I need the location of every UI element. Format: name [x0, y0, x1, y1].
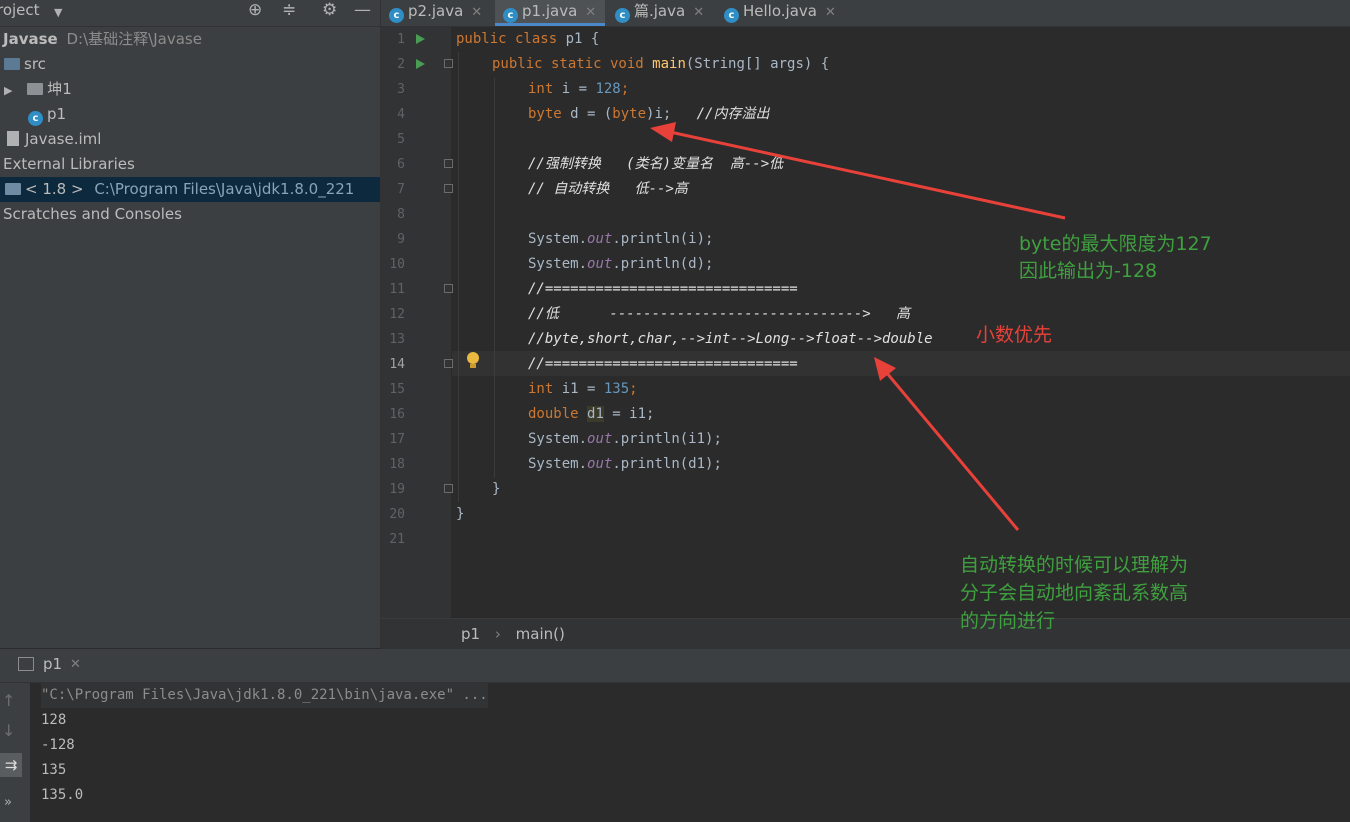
annotation-arrow-auto [874, 357, 1020, 531]
annotation-byte-output: 因此输出为-128 [1019, 260, 1158, 282]
annotation-arrows [650, 122, 1066, 531]
annotation-decimal-first: 小数优先 [976, 324, 1053, 346]
annotation-auto-conversion-2: 分子会自动地向紊乱系数高 [960, 582, 1189, 604]
annotation-arrow-byte [650, 122, 1066, 220]
annotation-auto-conversion-1: 自动转换的时候可以理解为 [960, 554, 1189, 576]
annotation-auto-conversion-3: 的方向进行 [960, 610, 1056, 632]
annotation-byte-limit: byte的最大限度为127 [1019, 233, 1212, 255]
